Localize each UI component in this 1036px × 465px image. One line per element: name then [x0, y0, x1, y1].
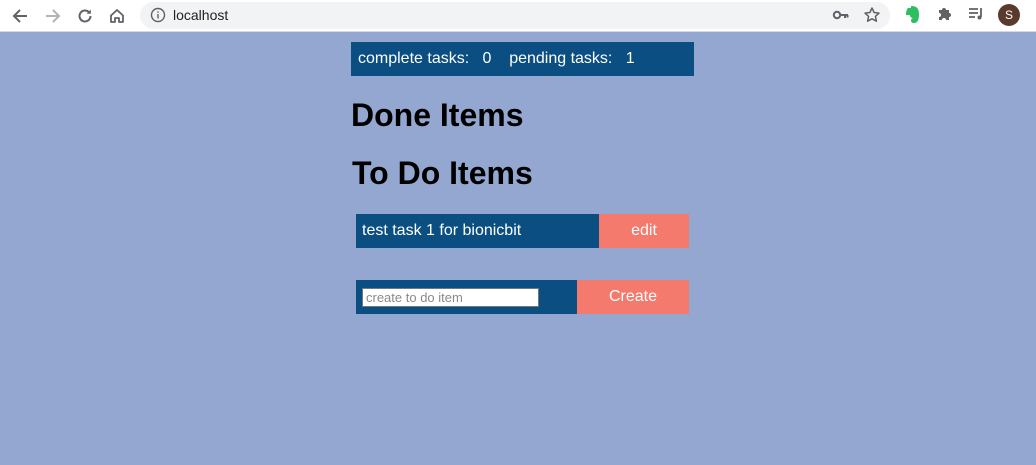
profile-avatar[interactable]: S [998, 4, 1020, 26]
done-items-heading: Done Items [351, 97, 524, 133]
task-stats-bar: complete tasks: 0 pending tasks: 1 [351, 42, 694, 76]
todo-items-heading: To Do Items [352, 155, 533, 191]
todo-item: test task 1 for bionicbit edit [356, 214, 689, 248]
browser-toolbar: localhost S [0, 0, 1036, 32]
pending-tasks-label: pending tasks: [509, 50, 613, 67]
create-input-container [356, 280, 577, 314]
create-item-form: Create [356, 280, 689, 314]
create-item-input[interactable] [362, 288, 539, 307]
create-button[interactable]: Create [577, 280, 689, 314]
todo-item-title: test task 1 for bionicbit [356, 214, 599, 248]
star-icon[interactable] [863, 6, 881, 29]
complete-tasks-label: complete tasks: [358, 50, 470, 67]
edit-button[interactable]: edit [599, 214, 689, 248]
media-control-icon[interactable] [967, 5, 985, 28]
home-icon[interactable] [105, 4, 129, 28]
key-icon[interactable] [832, 7, 850, 28]
reload-icon[interactable] [73, 4, 97, 28]
address-bar[interactable]: localhost [140, 2, 890, 29]
evernote-icon[interactable] [904, 5, 922, 30]
puzzle-icon[interactable] [936, 5, 954, 28]
pending-tasks-count: 1 [625, 50, 635, 67]
todo-app: complete tasks: 0 pending tasks: 1 Done … [351, 42, 694, 314]
forward-arrow-icon[interactable] [41, 4, 65, 28]
info-icon[interactable] [150, 7, 166, 23]
url-text[interactable]: localhost [173, 7, 228, 23]
back-arrow-icon[interactable] [8, 4, 32, 28]
